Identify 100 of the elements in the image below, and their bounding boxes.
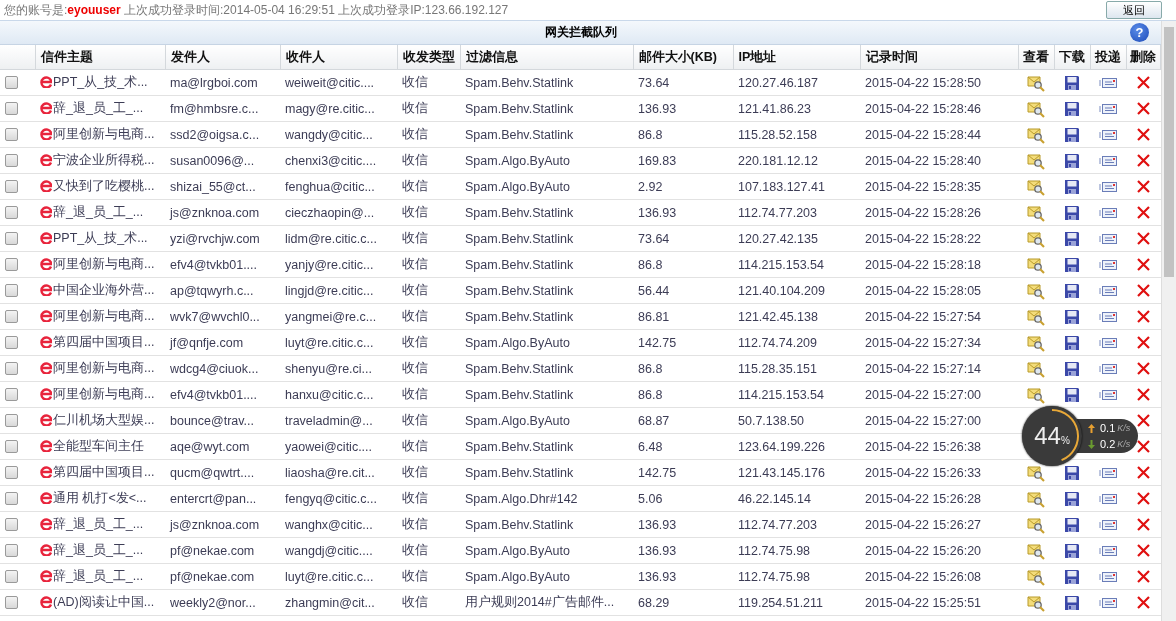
save-icon[interactable] [1064,568,1080,585]
envelope-icon[interactable] [1099,545,1117,558]
envelope-icon[interactable] [1099,571,1117,584]
envelope-icon[interactable] [1099,77,1117,90]
row-checkbox[interactable] [5,492,18,505]
envelope-icon[interactable] [1099,363,1117,376]
row-checkbox[interactable] [5,362,18,375]
row-checkbox[interactable] [5,284,18,297]
row-checkbox[interactable] [5,440,18,453]
delete-icon[interactable] [1135,439,1151,455]
save-icon[interactable] [1064,464,1080,481]
view-mail-icon[interactable] [1027,125,1045,144]
view-mail-icon[interactable] [1027,359,1045,378]
save-icon[interactable] [1064,100,1080,117]
envelope-icon[interactable] [1099,311,1117,324]
delete-icon[interactable] [1135,75,1151,91]
view-mail-icon[interactable] [1027,151,1045,170]
view-mail-icon[interactable] [1027,203,1045,222]
view-mail-icon[interactable] [1027,307,1045,326]
row-checkbox[interactable] [5,388,18,401]
view-mail-icon[interactable] [1027,385,1045,404]
save-icon[interactable] [1064,594,1080,611]
view-mail-icon[interactable] [1027,463,1045,482]
row-checkbox[interactable] [5,310,18,323]
envelope-icon[interactable] [1099,597,1117,610]
envelope-icon[interactable] [1099,337,1117,350]
delete-icon[interactable] [1135,465,1151,481]
delete-icon[interactable] [1135,153,1151,169]
view-mail-icon[interactable] [1027,333,1045,352]
delete-icon[interactable] [1135,309,1151,325]
delete-icon[interactable] [1135,283,1151,299]
save-icon[interactable] [1064,152,1080,169]
row-checkbox[interactable] [5,414,18,427]
delete-icon[interactable] [1135,101,1151,117]
view-mail-icon[interactable] [1027,177,1045,196]
delete-icon[interactable] [1135,179,1151,195]
delete-icon[interactable] [1135,231,1151,247]
save-icon[interactable] [1064,204,1080,221]
envelope-icon[interactable] [1099,233,1117,246]
view-mail-icon[interactable] [1027,593,1045,612]
delete-icon[interactable] [1135,257,1151,273]
delete-icon[interactable] [1135,205,1151,221]
save-icon[interactable] [1064,282,1080,299]
row-checkbox[interactable] [5,570,18,583]
row-checkbox[interactable] [5,258,18,271]
row-checkbox[interactable] [5,544,18,557]
row-checkbox[interactable] [5,336,18,349]
delete-icon[interactable] [1135,127,1151,143]
row-checkbox[interactable] [5,180,18,193]
delete-icon[interactable] [1135,413,1151,429]
row-checkbox[interactable] [5,466,18,479]
delete-icon[interactable] [1135,517,1151,533]
envelope-icon[interactable] [1099,129,1117,142]
envelope-icon[interactable] [1099,467,1117,480]
save-icon[interactable] [1064,360,1080,377]
envelope-icon[interactable] [1099,285,1117,298]
save-icon[interactable] [1064,126,1080,143]
envelope-icon[interactable] [1099,389,1117,402]
save-icon[interactable] [1064,490,1080,507]
view-mail-icon[interactable] [1027,515,1045,534]
scrollbar[interactable] [1161,21,1176,621]
back-button[interactable]: 返回 [1106,1,1162,19]
view-mail-icon[interactable] [1027,229,1045,248]
save-icon[interactable] [1064,256,1080,273]
save-icon[interactable] [1064,178,1080,195]
save-icon[interactable] [1064,230,1080,247]
envelope-icon[interactable] [1099,259,1117,272]
row-checkbox[interactable] [5,128,18,141]
row-checkbox[interactable] [5,232,18,245]
row-checkbox[interactable] [5,206,18,219]
save-icon[interactable] [1064,542,1080,559]
row-checkbox[interactable] [5,76,18,89]
delete-icon[interactable] [1135,335,1151,351]
envelope-icon[interactable] [1099,493,1117,506]
view-mail-icon[interactable] [1027,73,1045,92]
envelope-icon[interactable] [1099,207,1117,220]
row-checkbox[interactable] [5,596,18,609]
save-icon[interactable] [1064,308,1080,325]
delete-icon[interactable] [1135,543,1151,559]
view-mail-icon[interactable] [1027,541,1045,560]
envelope-icon[interactable] [1099,103,1117,116]
delete-icon[interactable] [1135,491,1151,507]
view-mail-icon[interactable] [1027,567,1045,586]
save-icon[interactable] [1064,74,1080,91]
save-icon[interactable] [1064,516,1080,533]
save-icon[interactable] [1064,334,1080,351]
envelope-icon[interactable] [1099,181,1117,194]
delete-icon[interactable] [1135,595,1151,611]
view-mail-icon[interactable] [1027,255,1045,274]
delete-icon[interactable] [1135,569,1151,585]
view-mail-icon[interactable] [1027,489,1045,508]
save-icon[interactable] [1064,386,1080,403]
envelope-icon[interactable] [1099,519,1117,532]
row-checkbox[interactable] [5,518,18,531]
help-button[interactable]: ? [1130,23,1149,42]
view-mail-icon[interactable] [1027,281,1045,300]
delete-icon[interactable] [1135,361,1151,377]
row-checkbox[interactable] [5,154,18,167]
delete-icon[interactable] [1135,387,1151,403]
envelope-icon[interactable] [1099,155,1117,168]
